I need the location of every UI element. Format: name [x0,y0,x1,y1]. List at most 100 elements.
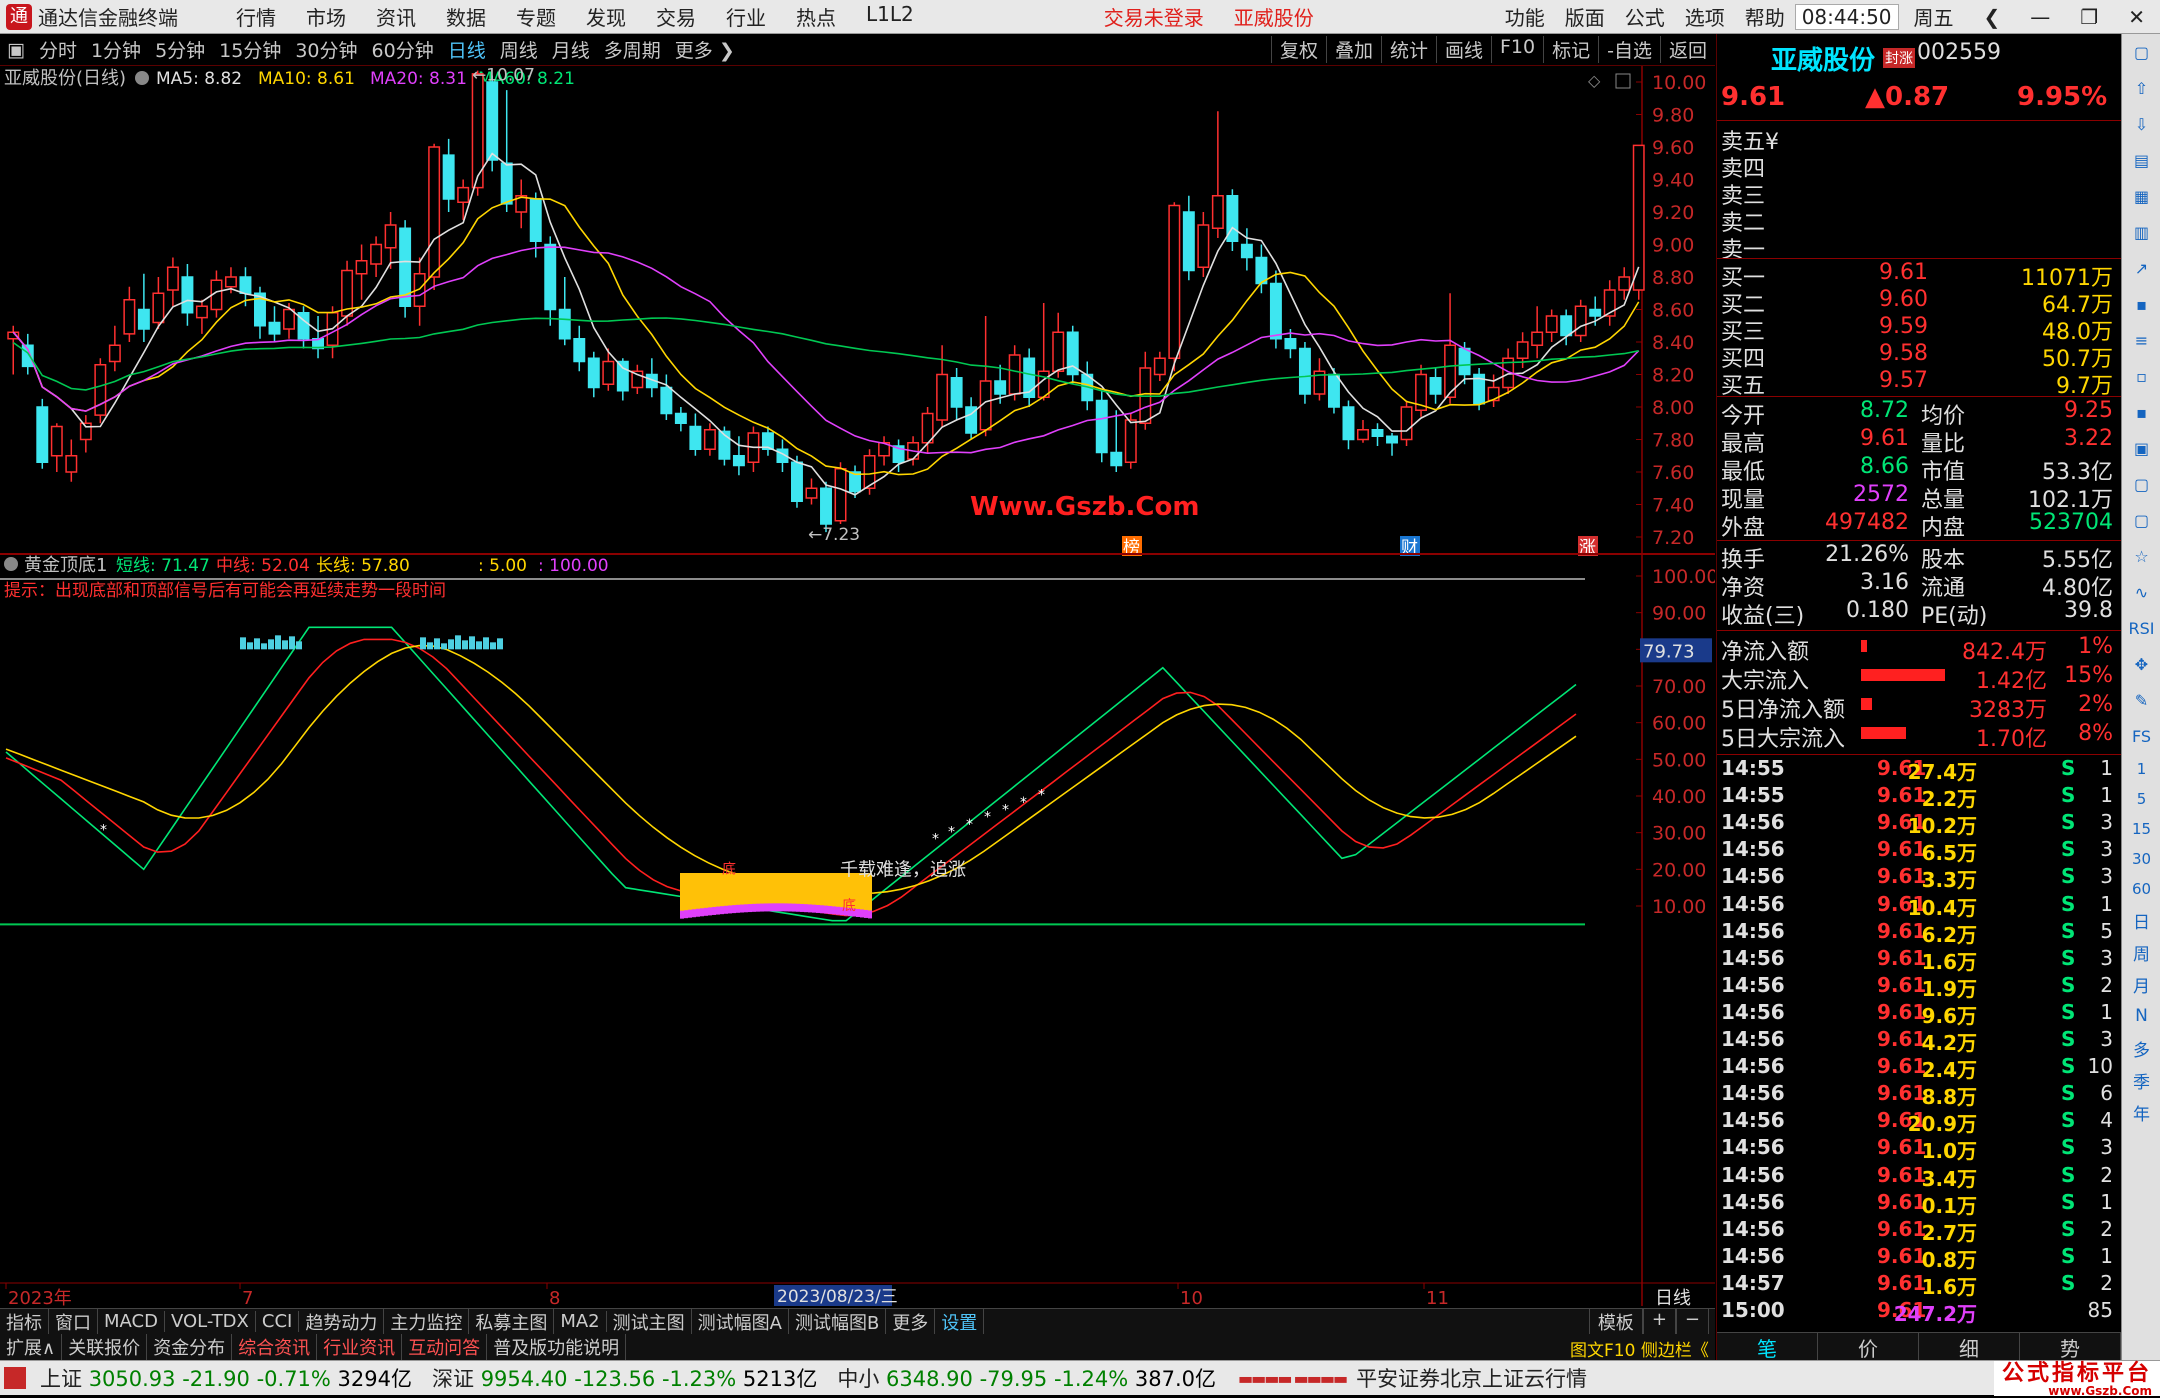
chart-tool-7[interactable]: 返回 [1659,36,1715,63]
right-menu-item-3[interactable]: 选项 [1675,2,1735,31]
period-tab-8[interactable]: 月线 [545,36,597,63]
side-tool-icon-11[interactable]: ▣ [2122,430,2160,466]
indicator-tool-2[interactable]: − [1675,1308,1709,1335]
menu-item-3[interactable]: 数据 [431,2,501,31]
index-0[interactable]: 上证 3050.93 -21.90 -0.71% 3294亿 [30,1363,422,1393]
indicator-tab-5[interactable]: 趋势动力 [299,1308,385,1335]
right-menu-item-1[interactable]: 版面 [1555,2,1615,31]
menu-item-9[interactable]: L1L2 [851,2,929,31]
side-period-0[interactable]: 日 [2122,904,2160,936]
indicator-tab-10[interactable]: 测试幅图A [692,1308,789,1335]
side-minute-15[interactable]: 15 [2122,814,2160,844]
period-tab-3[interactable]: 15分钟 [212,36,288,63]
indicator-tab-12[interactable]: 更多 [886,1308,936,1335]
right-menu-item-4[interactable]: 帮助 [1735,2,1795,31]
layout-icon[interactable]: ▣ [0,39,32,61]
restore-icon[interactable]: ❐ [2065,5,2113,29]
chart-tool-5[interactable]: 标记 [1543,36,1598,63]
side-tool-icon-10[interactable]: ▪ [2122,394,2160,430]
index-1[interactable]: 深证 9954.40 -123.56 -1.23% 5213亿 [422,1363,827,1393]
side-period-2[interactable]: 月 [2122,968,2160,1000]
side-tool-icon-19[interactable]: FS [2122,718,2160,754]
side-tool-icon-12[interactable]: ▢ [2122,466,2160,502]
ext-tab-1[interactable]: 关联报价 [62,1334,148,1360]
period-tab-5[interactable]: 60分钟 [365,36,441,63]
side-minute-1[interactable]: 1 [2122,754,2160,784]
right-menu-item-0[interactable]: 功能 [1495,2,1555,31]
indicator-tool-1[interactable]: + [1642,1308,1676,1335]
side-minute-30[interactable]: 30 [2122,844,2160,874]
side-tool-icon-18[interactable]: ✎ [2122,682,2160,718]
indicator-tab-1[interactable]: 窗口 [49,1308,98,1335]
ext-tab-2[interactable]: 资金分布 [147,1334,233,1360]
chart-tool-4[interactable]: F10 [1491,36,1543,63]
side-tool-icon-8[interactable]: ≡ [2122,322,2160,358]
indicator-tab-3[interactable]: VOL-TDX [165,1311,256,1332]
index-2[interactable]: 中小 6348.90 -79.95 -1.24% 387.0亿 [827,1363,1226,1393]
ext-tab-4[interactable]: 行业资讯 [317,1334,403,1360]
side-tool-icon-0[interactable]: ▢ [2122,34,2160,70]
ext-tab-5[interactable]: 互动问答 [402,1334,488,1360]
trade-tab-3[interactable]: 势 [2020,1333,2121,1361]
indicator-tab-11[interactable]: 测试幅图B [789,1308,887,1335]
trade-tab-2[interactable]: 细 [1919,1333,2020,1361]
side-minute-60[interactable]: 60 [2122,874,2160,904]
period-tab-4[interactable]: 30分钟 [288,36,364,63]
side-minute-5[interactable]: 5 [2122,784,2160,814]
minimize-icon[interactable]: — [2015,5,2065,29]
ext-tab-3[interactable]: 综合资讯 [232,1334,318,1360]
indicator-tab-4[interactable]: CCI [256,1311,300,1332]
ext-tab-0[interactable]: 扩展∧ [0,1334,63,1360]
side-tool-icon-16[interactable]: RSI [2122,610,2160,646]
trade-tab-0[interactable]: 笔 [1717,1333,1818,1361]
side-period-5[interactable]: 季 [2122,1064,2160,1096]
indicator-tab-13[interactable]: 设置 [935,1308,985,1335]
side-tool-icon-15[interactable]: ∿ [2122,574,2160,610]
indicator-tab-7[interactable]: 私募主图 [469,1308,555,1335]
side-tool-icon-1[interactable]: ⇧ [2122,70,2160,106]
side-period-1[interactable]: 周 [2122,936,2160,968]
period-tab-2[interactable]: 5分钟 [148,36,212,63]
period-tab-0[interactable]: 分时 [32,36,84,63]
f10-side-link[interactable]: 图文F10 侧边栏《 [1570,1336,1709,1361]
menu-item-0[interactable]: 行情 [221,2,291,31]
side-period-3[interactable]: N [2122,1000,2160,1032]
side-tool-icon-5[interactable]: ▥ [2122,214,2160,250]
period-tab-1[interactable]: 1分钟 [84,36,148,63]
chart-tool-6[interactable]: -自选 [1598,36,1660,63]
right-menu-item-2[interactable]: 公式 [1615,2,1675,31]
chart-area[interactable]: 10.00 9.80 9.60 9.40 9.20 9.00 8.80 8.60 8.40 8.2… [0,66,1715,1308]
menu-item-2[interactable]: 资讯 [361,2,431,31]
side-tool-icon-4[interactable]: ▦ [2122,178,2160,214]
period-tab-10[interactable]: 更多 ❯ [668,36,742,63]
side-tool-icon-13[interactable]: ▢ [2122,502,2160,538]
menu-item-1[interactable]: 市场 [291,2,361,31]
close-icon[interactable]: ✕ [2113,5,2160,29]
side-tool-icon-6[interactable]: ↗ [2122,250,2160,286]
trade-tab-1[interactable]: 价 [1818,1333,1919,1361]
chart-tool-3[interactable]: 画线 [1435,36,1491,63]
side-tool-icon-2[interactable]: ⇩ [2122,106,2160,142]
menu-item-4[interactable]: 专题 [501,2,571,31]
chart-tool-2[interactable]: 统计 [1380,36,1436,63]
indicator-tab-6[interactable]: 主力监控 [384,1308,470,1335]
indicator-tab-0[interactable]: 指标 [0,1308,49,1335]
indicator-tool-0[interactable]: 模板 [1588,1308,1643,1335]
indicator-tab-8[interactable]: MA2 [554,1311,607,1332]
back-icon[interactable]: ❮ [1969,5,2016,29]
side-tool-icon-14[interactable]: ☆ [2122,538,2160,574]
menu-item-7[interactable]: 行业 [711,2,781,31]
period-tab-6[interactable]: 日线 [441,36,493,63]
login-status[interactable]: 交易未登录 [1089,2,1219,31]
menu-item-5[interactable]: 发现 [571,2,641,31]
indicator-tab-2[interactable]: MACD [98,1311,165,1332]
side-tool-icon-3[interactable]: ▤ [2122,142,2160,178]
side-tool-icon-9[interactable]: ▫ [2122,358,2160,394]
period-tab-9[interactable]: 多周期 [597,36,668,63]
period-tab-7[interactable]: 周线 [493,36,545,63]
side-tool-icon-7[interactable]: ▪ [2122,286,2160,322]
side-period-4[interactable]: 多 [2122,1032,2160,1064]
menu-item-8[interactable]: 热点 [781,2,851,31]
menu-item-6[interactable]: 交易 [641,2,711,31]
indicator-tab-9[interactable]: 测试主图 [607,1308,692,1335]
